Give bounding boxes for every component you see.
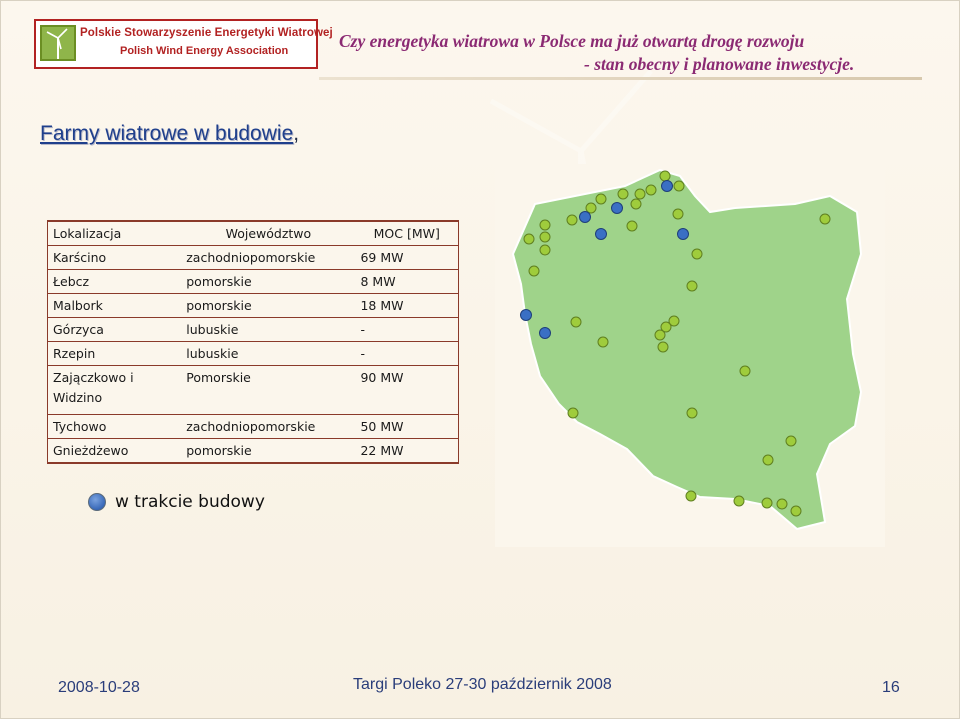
cell-location: Rzepin xyxy=(47,341,182,366)
table-row: Tychowo zachodniopomorskie 50 MW xyxy=(47,414,460,439)
header-title-line1: Czy energetyka wiatrowa w Polsce ma już … xyxy=(339,31,805,51)
table-row: Górzyca lubuskie - xyxy=(47,317,460,342)
cell-voivodeship: lubuskie xyxy=(181,317,356,342)
section-title: Farmy wiatrowe w budowie, xyxy=(40,122,299,146)
under-construction-farm-marker xyxy=(520,309,532,321)
wind-turbine-emblem-icon xyxy=(40,25,76,61)
wind-farm-marker xyxy=(654,329,666,341)
cell-location: Karścino xyxy=(47,245,182,270)
wind-farm-marker xyxy=(630,198,642,210)
wind-farm-marker xyxy=(645,184,657,196)
table-row: Rzepin lubuskie - xyxy=(47,341,460,366)
cell-location: Tychowo xyxy=(47,414,182,439)
poland-map-graphic xyxy=(495,164,885,547)
page-number: 16 xyxy=(882,679,900,696)
cell-power: 69 MW xyxy=(355,245,460,270)
logo-text-en: Polish Wind Energy Association xyxy=(120,45,289,57)
table-row: Gnieżdżewo pomorskie 22 MW xyxy=(47,438,460,464)
table-row: Malbork pomorskie 18 MW xyxy=(47,293,460,318)
poland-map xyxy=(495,164,885,547)
footer-event: Targi Poleko 27-30 październik 2008 xyxy=(353,676,612,693)
under-construction-farm-marker xyxy=(539,327,551,339)
wind-farm-marker xyxy=(686,407,698,419)
wind-farm-marker xyxy=(762,454,774,466)
cell-voivodeship: pomorskie xyxy=(181,438,356,464)
slide: Polskie Stowarzyszenie Energetyki Wiatro… xyxy=(0,0,960,719)
wind-farm-marker xyxy=(523,233,535,245)
cell-voivodeship: pomorskie xyxy=(181,293,356,318)
cell-location: Górzyca xyxy=(47,317,182,342)
wind-farms-table: Lokalizacja Województwo MOC [MW] Karścin… xyxy=(47,220,460,464)
table-header-row: Lokalizacja Województwo MOC [MW] xyxy=(47,220,460,246)
section-title-suffix: , xyxy=(293,122,300,145)
wind-farm-marker xyxy=(570,316,582,328)
cell-power: - xyxy=(355,317,460,342)
table-row: Zajączkowo i Widzino Pomorskie 90 MW xyxy=(47,365,460,415)
wind-farm-marker xyxy=(595,193,607,205)
cell-location: Gnieżdżewo xyxy=(47,438,182,464)
wind-farm-marker xyxy=(539,219,551,231)
section-title-text: Farmy wiatrowe w budowie xyxy=(40,122,294,145)
wind-farm-marker xyxy=(776,498,788,510)
cell-voivodeship: lubuskie xyxy=(181,341,356,366)
header-rule xyxy=(319,77,922,80)
header-title-line2: - stan obecny i planowane inwestycje. xyxy=(584,54,855,74)
wind-farm-marker xyxy=(657,341,669,353)
table-row: Karścino zachodniopomorskie 69 MW xyxy=(47,245,460,270)
wind-farm-marker xyxy=(739,365,751,377)
wind-farm-marker xyxy=(686,280,698,292)
under-construction-farm-marker xyxy=(595,228,607,240)
wind-farm-marker xyxy=(733,495,745,507)
cell-voivodeship: Pomorskie xyxy=(181,365,356,415)
cell-power: 50 MW xyxy=(355,414,460,439)
wind-farm-marker xyxy=(528,265,540,277)
cell-power: 8 MW xyxy=(355,269,460,294)
column-header-voivodeship: Województwo xyxy=(181,220,356,246)
under-construction-farm-marker xyxy=(611,202,623,214)
wind-farm-marker xyxy=(634,188,646,200)
cell-voivodeship: zachodniopomorskie xyxy=(181,245,356,270)
cell-voivodeship: pomorskie xyxy=(181,269,356,294)
wind-farm-marker xyxy=(672,208,684,220)
wind-farm-marker xyxy=(691,248,703,260)
cell-location: Malbork xyxy=(47,293,182,318)
wind-farm-marker xyxy=(785,435,797,447)
cell-location: Łebcz xyxy=(47,269,182,294)
wind-farm-marker xyxy=(597,336,609,348)
cell-power: 18 MW xyxy=(355,293,460,318)
logo-text-pl: Polskie Stowarzyszenie Energetyki Wiatro… xyxy=(80,27,333,39)
under-construction-farm-marker xyxy=(661,180,673,192)
wind-farm-marker xyxy=(685,490,697,502)
wind-farm-marker xyxy=(790,505,802,517)
wind-farm-marker xyxy=(626,220,638,232)
under-construction-farm-marker xyxy=(579,211,591,223)
wind-farm-marker xyxy=(659,170,671,182)
table-row: Łebcz pomorskie 8 MW xyxy=(47,269,460,294)
wind-farm-marker xyxy=(673,180,685,192)
wind-farm-marker xyxy=(617,188,629,200)
cell-voivodeship: zachodniopomorskie xyxy=(181,414,356,439)
under-construction-legend-marker xyxy=(88,493,106,511)
wind-farm-marker xyxy=(819,213,831,225)
column-header-power: MOC [MW] xyxy=(355,220,460,246)
cell-location: Zajączkowo i Widzino xyxy=(47,365,182,415)
wind-farm-marker xyxy=(539,231,551,243)
pwea-logo: Polskie Stowarzyszenie Energetyki Wiatro… xyxy=(34,19,333,69)
wind-farm-marker xyxy=(585,202,597,214)
wind-farm-marker xyxy=(539,244,551,256)
wind-farm-marker xyxy=(567,407,579,419)
legend-label: w trakcie budowy xyxy=(115,492,265,512)
column-header-location: Lokalizacja xyxy=(47,220,182,246)
under-construction-farm-marker xyxy=(677,228,689,240)
cell-power: 22 MW xyxy=(355,438,460,464)
cell-power: - xyxy=(355,341,460,366)
cell-power: 90 MW xyxy=(355,365,460,415)
wind-farm-marker xyxy=(566,214,578,226)
footer-date: 2008-10-28 xyxy=(58,679,140,696)
wind-farm-marker xyxy=(761,497,773,509)
